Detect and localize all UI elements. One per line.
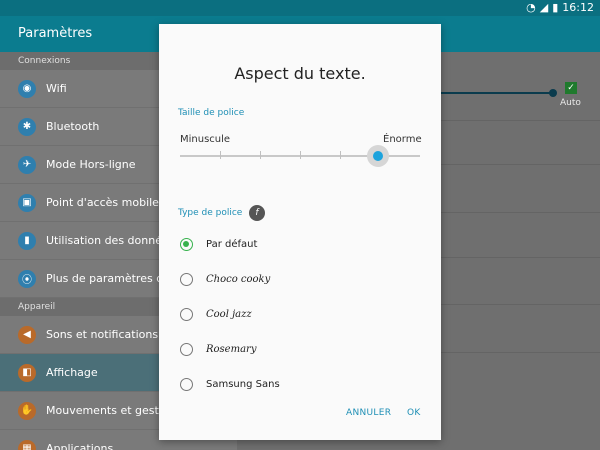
hotspot-icon: ▣ <box>18 193 36 212</box>
wifi-icon: ◉ <box>18 79 36 98</box>
font-option[interactable]: Samsung Sans <box>180 374 280 394</box>
font-option-label: Cool jazz <box>206 308 252 320</box>
page-title: Paramètres <box>18 26 93 41</box>
cell-signal-icon: ◢ <box>539 1 549 14</box>
brightness-thumb[interactable] <box>549 89 557 97</box>
ok-button[interactable]: OK <box>407 408 421 418</box>
font-option-radio[interactable] <box>180 342 193 356</box>
font-option-label: Choco cooky <box>206 273 271 285</box>
sidebar-item-label: Sons et notifications <box>46 328 159 341</box>
motion-icon: ✋ <box>18 401 36 420</box>
text-appearance-dialog: Aspect du texte. Taille de police Minusc… <box>159 24 441 440</box>
font-size-min-label: Minuscule <box>180 134 231 145</box>
sidebar-item-label: Wifi <box>46 82 67 95</box>
font-option-radio[interactable] <box>180 377 193 391</box>
font-option[interactable]: Cool jazz <box>180 304 252 324</box>
font-type-header: Type de police <box>178 208 243 218</box>
font-size-header: Taille de police <box>178 108 245 118</box>
sidebar-item-label: Utilisation des données <box>46 234 175 247</box>
font-option-radio[interactable] <box>180 237 193 251</box>
status-bar: ◔ ◢ ▮ 16:12 <box>0 0 600 16</box>
font-option-label: Rosemary <box>206 343 257 355</box>
auto-brightness-checkbox[interactable]: ✓ <box>565 82 577 94</box>
sidebar-item-label: Applications <box>46 442 114 450</box>
display-icon: ◧ <box>18 363 36 382</box>
sidebar-item-label: Bluetooth <box>46 120 100 133</box>
airplane-icon: ✈ <box>18 155 36 174</box>
slider-tick <box>260 151 261 159</box>
data-usage-icon: ▮ <box>18 231 36 250</box>
font-option-label: Samsung Sans <box>206 378 280 390</box>
brightness-track <box>437 92 551 94</box>
sidebar-item-label: Point d'accès mobile et <box>46 196 174 209</box>
sidebar-item-label: Mode Hors-ligne <box>46 158 136 171</box>
sidebar-item-label: Mouvements et gestes <box>46 404 172 417</box>
font-option-radio[interactable] <box>180 307 193 321</box>
font-option-label: Par défaut <box>206 238 258 250</box>
font-option[interactable]: Rosemary <box>180 339 256 359</box>
wifi-signal-icon: ◔ <box>526 1 536 14</box>
battery-icon: ▮ <box>552 1 559 14</box>
dialog-title: Aspect du texte. <box>234 64 366 83</box>
sound-icon: ◀ <box>18 325 36 344</box>
sidebar-item-label: Affichage <box>46 366 98 379</box>
font-option[interactable]: Par défaut <box>180 234 257 254</box>
slider-tick <box>300 151 301 159</box>
more-connection-icon: ⦿ <box>18 269 36 288</box>
bluetooth-icon: ✱ <box>18 117 36 136</box>
font-store-icon[interactable]: f <box>249 205 265 221</box>
slider-tick <box>220 151 221 159</box>
slider-tick <box>340 151 341 159</box>
font-option-radio[interactable] <box>180 272 193 286</box>
font-size-slider-thumb[interactable] <box>373 151 383 161</box>
cancel-button[interactable]: ANNULER <box>346 408 391 418</box>
apps-icon: ▦ <box>18 439 36 450</box>
font-size-max-label: Énorme <box>383 134 422 145</box>
auto-brightness-label: Auto <box>560 98 581 108</box>
font-option[interactable]: Choco cooky <box>180 269 270 289</box>
status-time: 16:12 <box>562 1 594 14</box>
